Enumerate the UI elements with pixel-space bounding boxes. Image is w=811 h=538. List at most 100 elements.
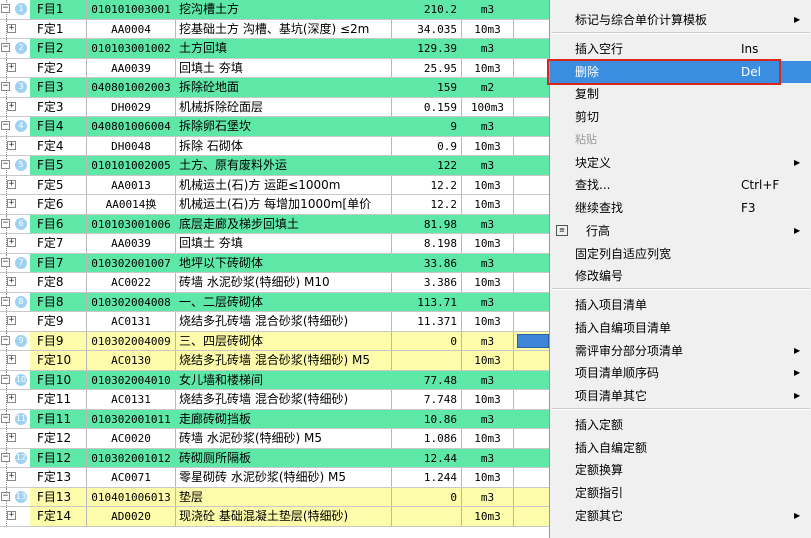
extra-cell[interactable] (514, 175, 550, 194)
collapse-icon[interactable]: − (1, 82, 10, 91)
unit-cell[interactable]: m3 (462, 292, 514, 311)
expand-icon[interactable]: + (7, 316, 16, 325)
row-name-cell[interactable]: F目11 (35, 409, 87, 428)
row-name-cell[interactable]: F目10 (35, 370, 87, 389)
code-cell[interactable]: AC0131 (87, 312, 176, 331)
code-cell[interactable]: AC0131 (87, 390, 176, 409)
expand-icon[interactable]: + (7, 355, 16, 364)
extra-cell[interactable] (514, 214, 550, 233)
collapse-icon[interactable]: − (1, 43, 10, 52)
quantity-cell[interactable]: 25.95 (392, 58, 462, 77)
row-name-cell[interactable]: F定6 (35, 195, 87, 214)
unit-cell[interactable]: m3 (462, 39, 514, 58)
unit-cell[interactable]: m3 (462, 214, 514, 233)
quantity-cell[interactable]: 12.44 (392, 448, 462, 467)
quantity-cell[interactable]: 129.39 (392, 39, 462, 58)
expand-icon[interactable]: + (7, 511, 16, 520)
expand-icon[interactable]: + (7, 394, 16, 403)
row-name-cell[interactable]: F目7 (35, 253, 87, 272)
extra-cell[interactable] (514, 156, 550, 175)
menu-item[interactable]: 剪切 (550, 106, 811, 128)
unit-cell[interactable]: 10m3 (462, 58, 514, 77)
unit-cell[interactable]: 10m3 (462, 175, 514, 194)
menu-item[interactable]: 插入定额 (550, 414, 811, 436)
row-name-cell[interactable]: F定11 (35, 390, 87, 409)
description-cell[interactable]: 机械运土(石)方 运距≤1000m (176, 175, 392, 194)
unit-cell[interactable]: 10m3 (462, 468, 514, 487)
description-cell[interactable]: 烧结多孔砖墙 混合砂浆(特细砂) M5 (176, 351, 392, 370)
extra-cell[interactable] (514, 468, 550, 487)
row-name-cell[interactable]: F定1 (35, 19, 87, 38)
row-name-cell[interactable]: F目5 (35, 156, 87, 175)
quantity-cell[interactable]: 1.086 (392, 429, 462, 448)
row-name-cell[interactable]: F目8 (35, 292, 87, 311)
menu-item[interactable]: 插入空行 Ins (550, 38, 811, 60)
code-cell[interactable]: 010101003001 (87, 0, 176, 19)
collapse-icon[interactable]: − (1, 296, 10, 306)
menu-item[interactable]: 删除 Del (547, 58, 811, 85)
collapse-icon[interactable]: − (1, 491, 10, 501)
code-cell[interactable]: 010401006013 (87, 487, 176, 506)
menu-item[interactable]: 定额换算 (550, 459, 811, 481)
row-name-cell[interactable]: F定3 (35, 97, 87, 116)
menu-item[interactable]: 继续查找 F3 (550, 197, 811, 219)
code-cell[interactable]: 010302004010 (87, 370, 176, 389)
description-cell[interactable]: 拆除 石砌体 (176, 136, 392, 155)
menu-item[interactable]: 标记与综合单价计算模板 ▶ (550, 9, 811, 31)
code-cell[interactable]: 010103001006 (87, 214, 176, 233)
quantity-cell[interactable]: 77.48 (392, 370, 462, 389)
unit-cell[interactable]: 10m3 (462, 273, 514, 292)
extra-cell[interactable] (514, 448, 550, 467)
description-cell[interactable]: 底层走廊及梯步回填土 (176, 214, 392, 233)
quantity-cell[interactable]: 113.71 (392, 292, 462, 311)
code-cell[interactable]: DH0029 (87, 97, 176, 116)
collapse-icon[interactable]: − (1, 452, 10, 462)
unit-cell[interactable]: 10m3 (462, 234, 514, 253)
unit-cell[interactable]: m3 (462, 117, 514, 136)
description-cell[interactable]: 挖基础土方 沟槽、基坑(深度) ≤2m (176, 19, 392, 38)
row-name-cell[interactable]: F定10 (35, 351, 87, 370)
code-cell[interactable]: 010302004008 (87, 292, 176, 311)
quantity-cell[interactable]: 122 (392, 156, 462, 175)
quantity-cell[interactable] (392, 351, 462, 370)
code-cell[interactable]: AC0022 (87, 273, 176, 292)
unit-cell[interactable]: m3 (462, 487, 514, 506)
code-cell[interactable]: 010302001007 (87, 253, 176, 272)
quantity-cell[interactable]: 0.9 (392, 136, 462, 155)
description-cell[interactable]: 挖沟槽土方 (176, 0, 392, 19)
quantity-cell[interactable]: 33.86 (392, 253, 462, 272)
collapse-icon[interactable]: − (1, 257, 10, 267)
quantity-cell[interactable]: 81.98 (392, 214, 462, 233)
description-cell[interactable]: 三、四层砖砌体 (176, 331, 392, 350)
menu-item[interactable]: 块定义 ▶ (550, 152, 811, 174)
row-name-cell[interactable]: F定8 (35, 273, 87, 292)
expand-icon[interactable]: + (7, 179, 16, 189)
extra-cell[interactable] (514, 370, 550, 389)
quantity-cell[interactable]: 10.86 (392, 409, 462, 428)
extra-cell[interactable] (514, 253, 550, 272)
extra-cell[interactable] (514, 117, 550, 136)
code-cell[interactable]: AA0039 (87, 58, 176, 77)
unit-cell[interactable]: m3 (462, 331, 514, 350)
code-cell[interactable]: 010302001011 (87, 409, 176, 428)
code-cell[interactable]: AC0071 (87, 468, 176, 487)
menu-item[interactable]: ≡ 行高 ▶ (550, 220, 811, 242)
description-cell[interactable]: 土方回填 (176, 39, 392, 58)
extra-cell[interactable] (514, 312, 550, 331)
quantity-cell[interactable]: 159 (392, 78, 462, 97)
quantity-cell[interactable]: 0 (392, 487, 462, 506)
description-cell[interactable]: 垫层 (176, 487, 392, 506)
extra-cell[interactable] (514, 58, 550, 77)
row-name-cell[interactable]: F目13 (35, 487, 87, 506)
collapse-icon[interactable]: − (1, 160, 10, 169)
menu-item[interactable]: 项目清单其它 ▶ (550, 385, 811, 407)
expand-icon[interactable]: + (7, 433, 16, 442)
expand-icon[interactable]: + (7, 101, 16, 111)
unit-cell[interactable]: 10m3 (462, 136, 514, 155)
description-cell[interactable]: 走廊砖砌挡板 (176, 409, 392, 428)
description-cell[interactable]: 零星砌砖 水泥砂浆(特细砂) M5 (176, 468, 392, 487)
code-cell[interactable]: AA0004 (87, 19, 176, 38)
quantity-cell[interactable]: 9 (392, 117, 462, 136)
description-cell[interactable]: 砖墙 水泥砂浆(特细砂) M5 (176, 429, 392, 448)
expand-icon[interactable]: + (7, 199, 16, 208)
